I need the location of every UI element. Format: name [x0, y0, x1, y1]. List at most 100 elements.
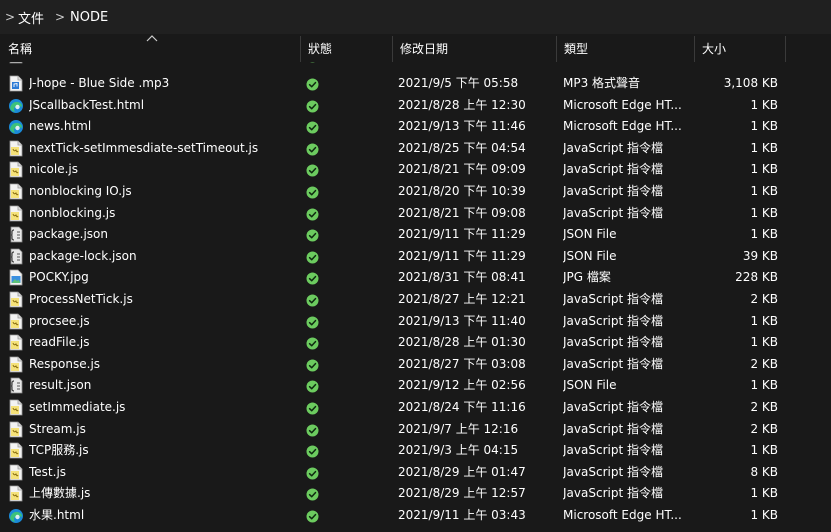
file-date-modified: 2021/8/25 下午 04:54: [398, 140, 526, 155]
table-row[interactable]: Stream.js 2021/9/7 上午 12:16 JavaScript 指令檔…: [0, 419, 831, 440]
file-name[interactable]: JScallbackTest.html: [29, 95, 294, 116]
mp3-file-icon: [8, 75, 24, 92]
file-date-modified: 2021/9/3 上午 04:15: [398, 443, 519, 458]
file-date-modified: 2021/8/21 下午 09:08: [398, 205, 526, 220]
file-type: Microsoft Edge HT...: [563, 508, 682, 522]
column-header-name[interactable]: 名稱: [0, 36, 300, 62]
file-size: 1 KB: [750, 443, 778, 458]
file-size: 39 KB: [742, 248, 778, 263]
column-header-type[interactable]: 類型: [556, 36, 694, 62]
chevron-right-icon[interactable]: >: [54, 10, 66, 24]
breadcrumb: > 文件 > NODE: [0, 0, 831, 34]
file-type: JavaScript 指令檔: [563, 140, 663, 155]
js-file-icon: [8, 313, 24, 330]
sync-status-icon: [306, 379, 319, 393]
table-row[interactable]: package-lock.json 2021/9/11 下午 11:29 JSON …: [0, 246, 831, 267]
file-date-modified: 2021/8/29 上午 12:57: [398, 486, 526, 501]
table-row[interactable]: JScallbackTest.html 2021/8/28 上午 12:30 Mic…: [0, 95, 831, 116]
table-row[interactable]: procsee.js 2021/9/13 下午 11:40 JavaScript 指…: [0, 311, 831, 332]
file-type: MP3 格式聲音: [563, 76, 641, 90]
file-size: 2 KB: [750, 356, 778, 371]
file-type: JavaScript 指令檔: [563, 400, 663, 414]
file-date-modified: 2021/8/24 下午 11:16: [398, 400, 526, 414]
file-name[interactable]: package-lock.json: [29, 246, 294, 267]
file-size: 2 KB: [750, 421, 778, 436]
chevron-right-icon[interactable]: >: [4, 10, 16, 24]
file-name[interactable]: news.html: [29, 116, 294, 137]
file-date-modified: 2021/9/11 下午 11:29: [398, 248, 526, 263]
file-name[interactable]: nonblocking.js: [29, 203, 294, 224]
table-row[interactable]: nextTick-setImmesdiate-setTimeout.js 2021…: [0, 138, 831, 159]
column-divider[interactable]: [785, 36, 786, 62]
table-row[interactable]: 上傳數據.js 2021/8/29 上午 12:57 JavaScript 指令檔 1…: [0, 483, 831, 504]
table-row[interactable]: setImmediate.js 2021/8/24 下午 11:16 JavaScr…: [0, 397, 831, 418]
file-name[interactable]: 水果.html: [29, 505, 294, 526]
file-name[interactable]: index.js: [29, 62, 294, 66]
table-row[interactable]: index.js 2021/9/13 下午 11:37 JavaScript 指令檔…: [0, 62, 831, 66]
column-header-status[interactable]: 狀態: [300, 36, 392, 62]
file-name[interactable]: nonblocking IO.js: [29, 181, 294, 202]
file-date-modified: 2021/9/13 下午 11:40: [398, 313, 526, 328]
edge-html-icon: [8, 97, 24, 114]
file-date-modified: 2021/9/12 上午 02:56: [398, 378, 526, 393]
file-type: JavaScript 指令檔: [563, 356, 663, 371]
file-name[interactable]: Test.js: [29, 462, 294, 483]
breadcrumb-item-documents[interactable]: 文件: [16, 8, 50, 27]
file-name[interactable]: 上傳數據.js: [29, 483, 294, 504]
jpg-file-icon: [8, 269, 24, 286]
file-type: JavaScript 指令檔: [563, 292, 663, 306]
column-header-size[interactable]: 大小: [694, 36, 785, 62]
file-name[interactable]: TCP服務.js: [29, 440, 294, 461]
file-size: 1 KB: [750, 227, 778, 242]
sync-status-icon: [306, 228, 319, 242]
column-header-row: 名稱 狀態 修改日期 類型 大小: [0, 35, 831, 62]
file-type: JavaScript 指令檔: [563, 62, 688, 66]
sync-status-icon: [306, 207, 319, 221]
table-row[interactable]: news.html 2021/9/13 下午 11:46 Microsoft Edg…: [0, 116, 831, 137]
file-size: 8 KB: [750, 464, 778, 479]
file-name[interactable]: nicole.js: [29, 159, 294, 180]
table-row[interactable]: 水果.html 2021/9/11 上午 03:43 Microsoft Edge …: [0, 505, 831, 526]
column-header-date-modified[interactable]: 修改日期: [392, 36, 556, 62]
file-name[interactable]: ProcessNetTick.js: [29, 289, 294, 310]
file-name[interactable]: result.json: [29, 375, 294, 396]
js-file-icon: [8, 205, 24, 222]
file-type: JavaScript 指令檔: [563, 313, 663, 328]
js-file-icon: [8, 356, 24, 373]
file-date-modified: 2021/8/28 上午 12:30: [398, 97, 526, 112]
file-date-modified: 2021/9/11 下午 11:29: [398, 227, 526, 242]
file-size: 1 KB: [750, 184, 778, 198]
file-name[interactable]: readFile.js: [29, 332, 294, 353]
table-row-partial[interactable]: index.js 2021/9/13 下午 11:37 JavaScript 指令檔…: [0, 62, 831, 66]
file-name[interactable]: Response.js: [29, 354, 294, 375]
table-row[interactable]: nonblocking IO.js 2021/8/20 下午 10:39 JavaS…: [0, 181, 831, 202]
table-row[interactable]: J-hope - Blue Side .mp3 2021/9/5 下午 05:58…: [0, 73, 831, 94]
file-size: 1 KB: [750, 162, 778, 177]
table-row[interactable]: package.json 2021/9/11 下午 11:29 JSON File 1…: [0, 224, 831, 245]
file-name[interactable]: POCKY.jpg: [29, 267, 294, 288]
table-row[interactable]: result.json 2021/9/12 上午 02:56 JSON File 1 …: [0, 375, 831, 396]
breadcrumb-item-node[interactable]: NODE: [66, 10, 114, 25]
table-row[interactable]: ProcessNetTick.js 2021/8/27 上午 12:21 JavaS…: [0, 289, 831, 310]
table-row[interactable]: readFile.js 2021/8/28 上午 01:30 JavaScript …: [0, 332, 831, 353]
file-name[interactable]: procsee.js: [29, 311, 294, 332]
json-file-icon: [8, 377, 24, 394]
file-name[interactable]: package.json: [29, 224, 294, 245]
file-name[interactable]: J-hope - Blue Side .mp3: [29, 73, 294, 94]
table-row[interactable]: nicole.js 2021/8/21 下午 09:09 JavaScript 指令…: [0, 159, 831, 180]
file-size: 1 KB: [750, 205, 778, 220]
file-name[interactable]: setImmediate.js: [29, 397, 294, 418]
bottom-edge: [0, 526, 831, 532]
file-size: 3,108 KB: [723, 76, 778, 90]
file-size: 2 KB: [750, 292, 778, 306]
file-size: 1 KB: [694, 62, 778, 66]
file-type: JSON File: [563, 227, 617, 242]
table-row[interactable]: nonblocking.js 2021/8/21 下午 09:08 JavaScri…: [0, 203, 831, 224]
file-name[interactable]: nextTick-setImmesdiate-setTimeout.js: [29, 138, 294, 159]
table-row[interactable]: Test.js 2021/8/29 上午 01:47 JavaScript 指令檔 8…: [0, 462, 831, 483]
table-row[interactable]: POCKY.jpg 2021/8/31 下午 08:41 JPG 檔案 228 KB: [0, 267, 831, 288]
table-row[interactable]: TCP服務.js 2021/9/3 上午 04:15 JavaScript 指令檔 1…: [0, 440, 831, 461]
table-row[interactable]: Response.js 2021/8/27 下午 03:08 JavaScript …: [0, 354, 831, 375]
file-name[interactable]: Stream.js: [29, 419, 294, 440]
sync-status-icon: [306, 487, 319, 501]
